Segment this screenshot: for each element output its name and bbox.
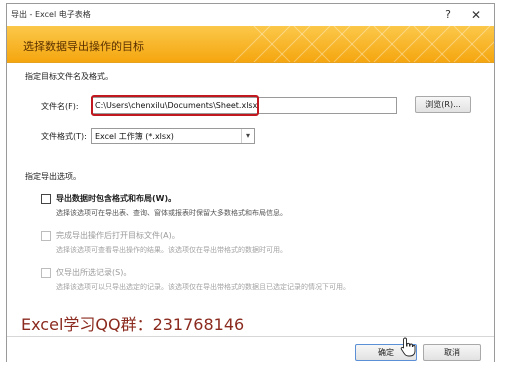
cancel-button[interactable]: 取消 (423, 344, 481, 361)
options-section-label: 指定导出选项。 (25, 172, 81, 181)
include-formatting-checkbox[interactable] (41, 194, 51, 204)
selected-records-label[interactable]: 仅导出所选记录(S)。 (56, 267, 131, 278)
window-title: 导出 - Excel 电子表格 (11, 10, 91, 19)
format-select-value: Excel 工作簿 (*.xlsx) (95, 132, 174, 141)
filename-highlight-annotation (91, 95, 259, 116)
include-formatting-desc: 选择该选项可在导出表、查询、窗体或报表时保留大多数格式和布局信息。 (56, 209, 287, 217)
open-target-label[interactable]: 完成导出操作后打开目标文件(A)。 (56, 230, 180, 241)
banner-title: 选择数据导出操作的目标 (23, 40, 144, 53)
title-bar: 导出 - Excel 电子表格 ? ✕ (7, 4, 494, 26)
hand-cursor-icon (400, 337, 416, 357)
open-target-checkbox[interactable] (41, 231, 51, 241)
chevron-down-icon[interactable]: ▾ (241, 129, 254, 143)
browse-button[interactable]: 浏览(R)... (415, 96, 471, 113)
help-icon[interactable]: ? (440, 7, 456, 23)
destination-section-label: 指定目标文件名及格式。 (25, 72, 113, 81)
export-dialog: 导出 - Excel 电子表格 ? ✕ 选择数据导出操作的目标 指定目标文件名及… (6, 3, 495, 364)
filename-label: 文件名(F): (41, 102, 79, 111)
selected-records-checkbox[interactable] (41, 268, 51, 278)
banner-pattern (234, 26, 494, 62)
format-select[interactable]: Excel 工作簿 (*.xlsx) ▾ (91, 128, 255, 144)
selected-records-desc: 选择该选项可以只导出选定的记录。该选项仅在导出带格式的数据且已选定记录的情况下可… (56, 283, 350, 291)
format-label: 文件格式(T): (41, 132, 87, 141)
header-banner: 选择数据导出操作的目标 (7, 26, 494, 63)
watermark-text: Excel学习QQ群：231768146 (21, 315, 245, 334)
open-target-desc: 选择该选项可查看导出操作的结果。该选项仅在导出带格式的数据时可用。 (56, 246, 287, 254)
include-formatting-label[interactable]: 导出数据时包含格式和布局(W)。 (56, 193, 176, 204)
close-icon[interactable]: ✕ (468, 7, 484, 23)
dialog-footer: 确定 取消 (7, 336, 494, 364)
